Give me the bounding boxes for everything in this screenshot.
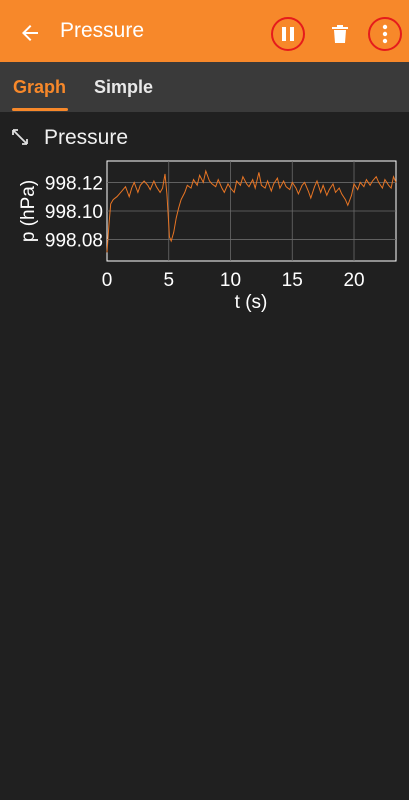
app-bar-title: Pressure (60, 19, 145, 42)
tab-simple[interactable]: Simple (94, 77, 153, 98)
app-bar: Pressure (0, 0, 409, 62)
x-tick-label: 20 (343, 270, 364, 291)
y-tick-label: 998.10 (45, 202, 103, 223)
x-axis-label: t (s) (235, 292, 268, 313)
y-tick-label: 998.12 (45, 173, 103, 194)
y-tick-label: 998.08 (45, 231, 103, 252)
more-vert-icon (382, 24, 388, 44)
delete-button[interactable] (323, 17, 357, 51)
graph-title: Pressure (44, 126, 129, 149)
pressure-chart[interactable]: 0 5 10 15 20 998.08 998.10 998.12 t (s) p (hPa… (0, 150, 409, 320)
pause-icon (282, 27, 294, 41)
trash-icon (332, 25, 348, 43)
tab-bar: Graph Simple (0, 62, 409, 112)
more-options-button[interactable] (368, 17, 402, 51)
x-tick-label: 5 (163, 270, 174, 291)
x-tick-label: 15 (282, 270, 303, 291)
y-axis-label: p (hPa) (18, 180, 39, 242)
active-tab-indicator (12, 108, 68, 111)
x-tick-label: 0 (102, 270, 113, 291)
x-tick-label: 10 (220, 270, 241, 291)
y-tick-labels: 998.08 998.10 998.12 (45, 173, 103, 251)
expand-icon[interactable] (11, 128, 29, 146)
pause-button[interactable] (271, 17, 305, 51)
x-tick-labels: 0 5 10 15 20 (102, 270, 365, 291)
tab-graph[interactable]: Graph (13, 77, 66, 98)
back-arrow-icon[interactable] (18, 21, 42, 45)
